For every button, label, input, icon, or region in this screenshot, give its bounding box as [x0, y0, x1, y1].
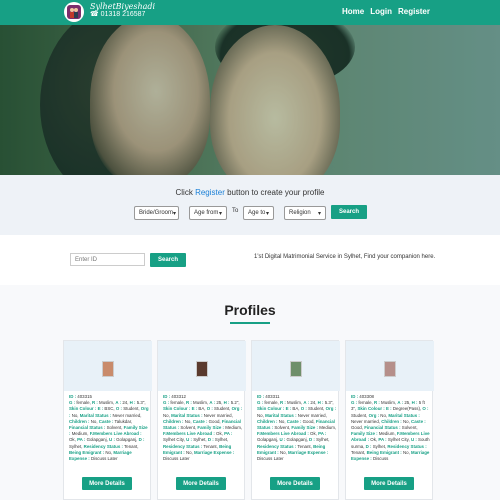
- brand-phone: ☎ 01318 216587: [90, 11, 146, 18]
- profile-photo[interactable]: [102, 361, 114, 377]
- profile-photo-area: [346, 341, 434, 391]
- profile-details: ID : 403311 G : female, R : Muslim, A : 2…: [257, 394, 337, 462]
- profile-card: ID : 403308 G : female, R : Muslim, A : 2…: [345, 340, 434, 500]
- gender-select-value: Bride/Groom: [139, 210, 174, 216]
- nav-login-link[interactable]: Login: [370, 7, 392, 16]
- to-label: To: [232, 208, 239, 214]
- gender-select[interactable]: Bride/Groom: [134, 206, 179, 220]
- nav-menu: Home Login Register: [342, 7, 430, 16]
- brand-logo[interactable]: [64, 2, 84, 22]
- age-to-value: Age to: [248, 210, 266, 216]
- profile-card: ID : 403312 G : female, R : Muslim, A : 2…: [157, 340, 246, 500]
- religion-value: Religion: [289, 210, 311, 216]
- brand-phone-number: 01318 216587: [100, 11, 146, 18]
- profile-card: ID : 403311 G : female, R : Muslim, A : 2…: [251, 340, 340, 500]
- more-details-button[interactable]: More Details: [364, 477, 414, 490]
- brand-name: SylhetBiyeshadi: [90, 2, 156, 11]
- register-cta: Click Register button to create your pro…: [0, 188, 500, 197]
- nav-register-link[interactable]: Register: [398, 7, 430, 16]
- brand-text: SylhetBiyeshadi ☎ 01318 216587: [90, 3, 155, 19]
- profile-id-input[interactable]: Enter ID: [70, 253, 145, 266]
- register-link[interactable]: Register: [195, 188, 225, 197]
- profiles-title: Profiles: [224, 302, 276, 318]
- top-navbar: SylhetBiyeshadi ☎ 01318 216587 Home Logi…: [0, 0, 500, 25]
- more-details-button[interactable]: More Details: [270, 477, 320, 490]
- id-search-button[interactable]: Search: [150, 253, 186, 267]
- tagline: 1'st Digital Matrimonial Service in Sylh…: [254, 254, 436, 260]
- hero-carousel[interactable]: [0, 25, 500, 175]
- cta-suffix: button to create your profile: [224, 188, 325, 197]
- couple-logo-icon: [67, 5, 81, 19]
- profile-photo-area: [158, 341, 246, 391]
- search-section: Click Register button to create your pro…: [0, 175, 500, 235]
- profile-card: ID : 403315 G : female, R : Muslim, A : 2…: [63, 340, 152, 500]
- nav-home-link[interactable]: Home: [342, 7, 364, 16]
- age-from-value: Age from: [194, 210, 219, 216]
- profile-photo-area: [64, 341, 152, 391]
- more-details-button[interactable]: More Details: [176, 477, 226, 490]
- age-to-select[interactable]: Age to: [243, 206, 274, 220]
- title-underline: [230, 322, 270, 324]
- profile-details: ID : 403312 G : female, R : Muslim, A : 2…: [163, 394, 243, 462]
- cta-prefix: Click: [175, 188, 196, 197]
- profile-photo[interactable]: [384, 361, 396, 377]
- profile-details: ID : 403308 G : female, R : Muslim, A : 2…: [351, 394, 430, 462]
- religion-select[interactable]: Religion: [284, 206, 326, 220]
- hero-overlay: [0, 25, 500, 175]
- search-button[interactable]: Search: [331, 205, 367, 219]
- profile-photo-area: [252, 341, 340, 391]
- profile-photo[interactable]: [196, 361, 208, 377]
- profile-details: ID : 403315 G : female, R : Muslim, A : 2…: [69, 394, 149, 462]
- profile-photo[interactable]: [290, 361, 302, 377]
- age-from-select[interactable]: Age from: [189, 206, 227, 220]
- more-details-button[interactable]: More Details: [82, 477, 132, 490]
